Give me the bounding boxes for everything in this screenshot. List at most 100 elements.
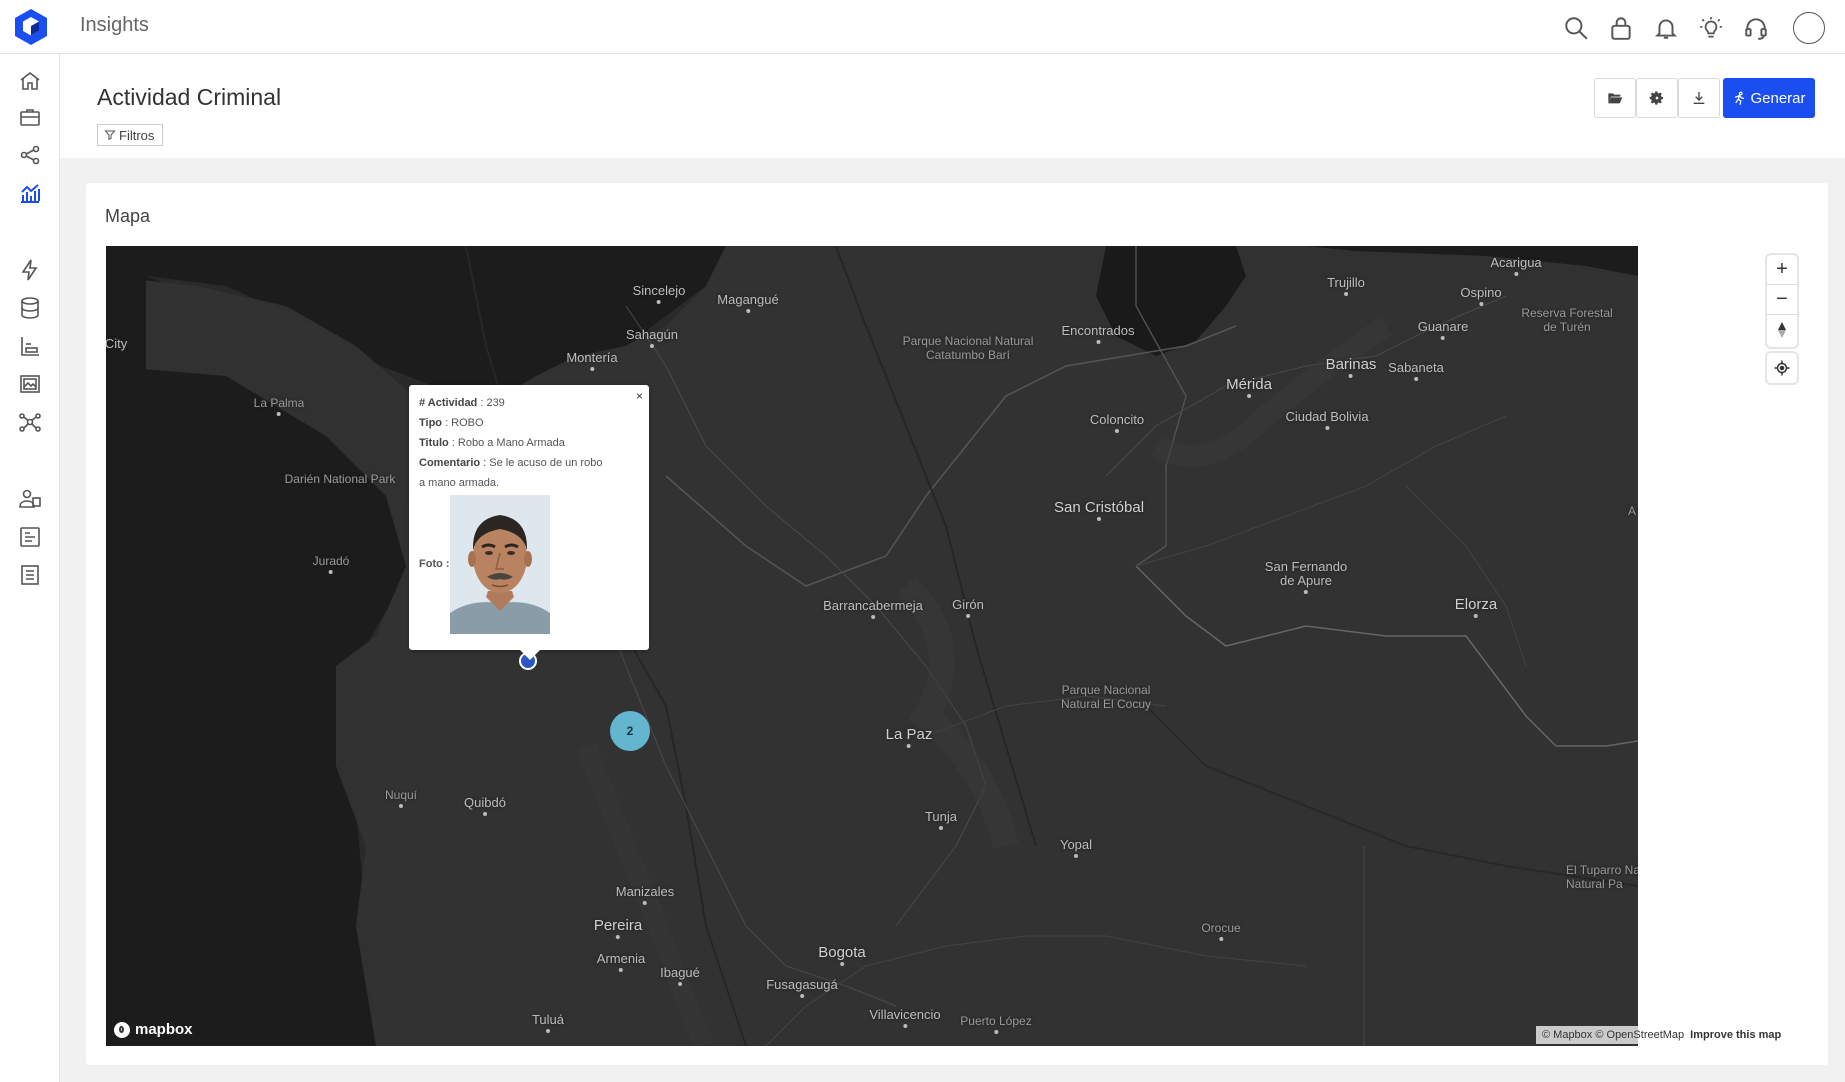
settings-button[interactable] [1636,78,1678,118]
geolocate-button[interactable] [1767,353,1797,383]
popup-close-button[interactable]: × [636,389,643,403]
zoom-out-button[interactable]: − [1767,285,1797,315]
map-place: San Fernando de Apure [1265,560,1347,594]
map-zoom-controls: + − [1767,255,1797,347]
map-cluster[interactable]: 2 [610,711,650,751]
lock-icon[interactable] [1608,15,1634,41]
filters-label: Filtros [119,127,155,143]
map-place: Barrancabermeja [823,599,923,619]
geolocate-icon [1774,360,1790,376]
page-header: Actividad Criminal Filtros Generar [60,54,1845,158]
form-icon[interactable] [17,524,43,550]
map-place: A [1627,504,1637,518]
generate-label: Generar [1750,89,1806,107]
chart-axis-icon[interactable] [17,333,43,359]
map-place: Acarigua [1490,256,1542,276]
map-place: Nuquí [385,788,417,808]
folder-open-icon [1608,93,1623,104]
top-icons [1544,10,1825,46]
map-place: Pereira [594,918,642,939]
map-place: Reserva Forestal de Turén [1521,306,1613,334]
users-icon[interactable] [17,486,43,512]
popup-titulo: Titulo : Robo a Mano Armada [419,437,565,449]
filter-icon [104,130,116,141]
map-place: Fusagasugá [766,978,838,998]
map-place: Tunja [925,810,957,830]
page-title: Actividad Criminal [97,84,282,110]
download-button[interactable] [1678,78,1720,118]
map-place: Magangué [717,293,779,313]
map-place: Encontrados [1062,324,1135,344]
map-place: Guanare [1418,320,1468,340]
map-place: Sincelejo [633,284,685,304]
search-icon[interactable] [1563,15,1589,41]
zoom-in-button[interactable]: + [1767,255,1797,285]
popup-actividad: # Actividad : 239 [419,397,505,409]
map-place: Coloncito [1090,413,1144,433]
top-bar: Insights [0,0,1845,54]
mapbox-logo-icon [114,1021,130,1038]
map-place: Tuluá [532,1013,564,1033]
home-icon[interactable] [17,68,43,94]
map[interactable]: Sincelejo Magangué Sahagún Montería La P… [106,246,1638,1046]
lightbulb-icon[interactable] [1698,15,1724,41]
map-place: Montería [566,351,618,371]
download-icon [1693,92,1705,104]
map-place: Puerto López [960,1014,1032,1034]
attribution-text[interactable]: © Mapbox © OpenStreetMap [1542,1029,1684,1041]
popup-comentario: Comentario : Se le acuso de un robo a ma… [419,457,603,489]
mapbox-logo-text: mapbox [135,1021,193,1038]
run-icon [1735,91,1745,105]
map-place: Bogota [818,945,866,966]
analytics-icon[interactable] [17,180,43,206]
database-icon[interactable] [17,295,43,321]
map-place: Sabaneta [1388,361,1444,381]
document-icon[interactable] [17,562,43,588]
map-place: Ibagué [660,966,700,986]
bell-icon[interactable] [1653,15,1679,41]
compass-icon [1778,322,1786,338]
map-place: Orocue [1201,921,1241,941]
generate-button[interactable]: Generar [1723,78,1815,118]
app-title: Insights [80,14,149,36]
map-place: Elorza [1455,597,1497,618]
avatar[interactable] [1793,12,1825,44]
popup-foto-label: Foto : [419,558,450,570]
gallery-icon[interactable] [17,371,43,397]
map-place: Villavicencio [869,1008,941,1028]
open-button[interactable] [1594,78,1636,118]
popup-tipo: Tipo : ROBO [419,417,484,429]
map-place: Quibdó [464,796,506,816]
card-title: Mapa [105,206,151,226]
suspect-photo [450,495,550,634]
share-icon[interactable] [17,142,43,168]
sidebar [0,54,60,1082]
headset-icon[interactable] [1743,15,1769,41]
briefcase-icon[interactable] [17,104,43,130]
map-place: Armenia [597,952,645,972]
network-icon[interactable] [17,409,43,435]
cluster-count: 2 [626,724,634,738]
map-place: Yopal [1060,838,1092,858]
compass-button[interactable] [1767,315,1797,345]
map-place: Parque Nacional Natural Catatumbo Barí [902,334,1034,362]
filters-button[interactable]: Filtros [97,124,164,146]
map-place: Manizales [616,885,674,905]
map-attribution: © Mapbox © OpenStreetMap Improve this ma… [1536,1026,1788,1044]
map-place: Ciudad Bolivia [1285,410,1369,430]
mapbox-logo[interactable]: mapbox [114,1021,193,1038]
app-logo[interactable] [14,8,48,46]
bolt-icon[interactable] [17,257,43,283]
map-place: Parque Nacional Natural El Cocuy [1060,683,1152,711]
map-place: Darién National Park [284,472,396,486]
gear-icon [1649,91,1663,105]
map-place: El Tuparro Na Natural Pa [1565,863,1638,891]
improve-map-link[interactable]: Improve this map [1690,1029,1781,1041]
map-popup: × # Actividad : 239 Tipo : ROBO Titulo :… [409,385,649,660]
map-place: Juradó [313,554,349,574]
map-place: San Cristóbal [1054,500,1144,521]
map-place: La Paz [886,727,932,748]
map-place: Barinas [1326,357,1376,378]
map-place: Trujillo [1327,276,1365,296]
map-place: Sahagún [626,328,678,348]
